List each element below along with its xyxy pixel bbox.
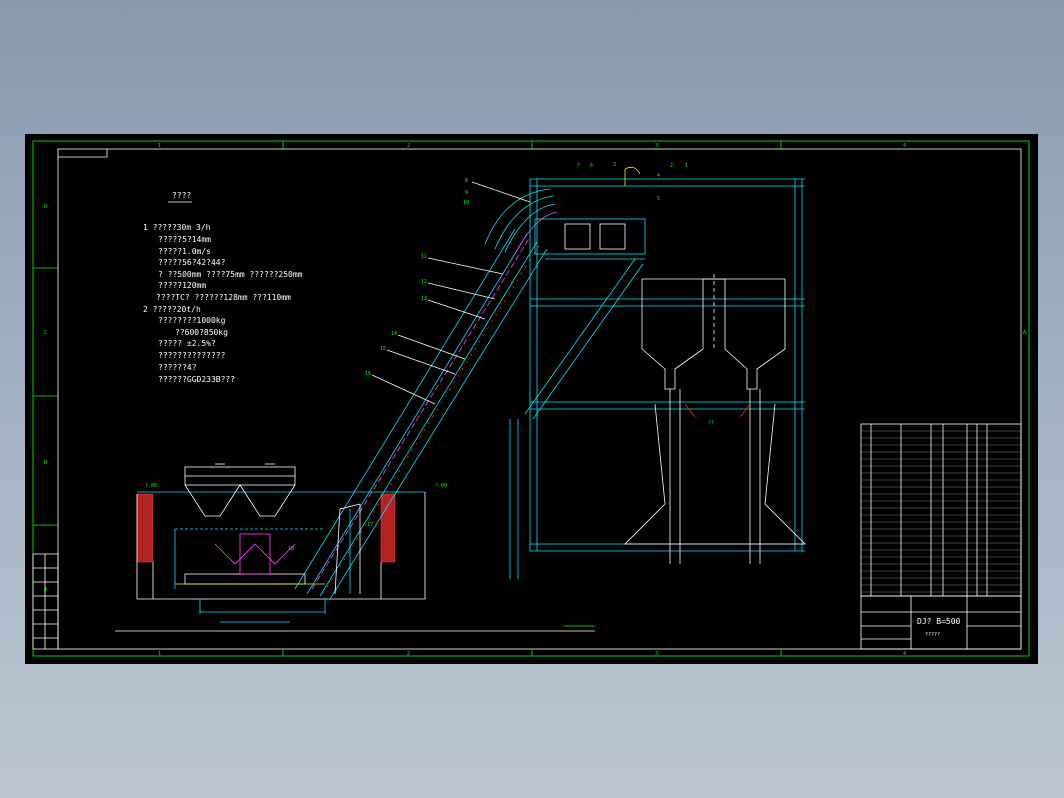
callout-6: 6 xyxy=(590,163,593,169)
callout-12: 12 xyxy=(421,279,427,285)
silos: ?? xyxy=(624,274,806,564)
grid-col-label-4-bottom: 4 xyxy=(903,651,906,657)
grid-col-label-3-bottom: 3 xyxy=(655,651,658,657)
note-line-3: ?????1.0m/s xyxy=(158,247,211,256)
notes-title: ???? xyxy=(172,191,191,200)
callout-2: 2 xyxy=(670,163,673,169)
title-block: DJ? B=500 ????? xyxy=(860,595,1022,650)
callout-17: 17 xyxy=(367,522,373,528)
note-line-5: ? ??500mm ????75mm ??????250mm xyxy=(158,270,303,279)
pit-structure: ?.00 ?.00 xyxy=(136,463,447,623)
technical-notes: ???? 1 ?????30m 3/h ?????5?14mm ?????1.0… xyxy=(143,191,303,384)
callout-11: 11 xyxy=(421,254,427,260)
elevation-mark-right: ?.00 xyxy=(435,483,447,489)
callout-16: 16 xyxy=(365,371,371,377)
grid-column-marks: 1 2 3 4 1 2 3 4 xyxy=(158,141,906,657)
note-line-9: ????????1000kg xyxy=(158,316,226,325)
callout-numbers: 1 2 3 4 5 6 7 8 9 10 11 12 13 14 15 16 1… xyxy=(288,162,688,552)
note-line-12: ?????????????? xyxy=(158,351,226,360)
grid-row-label-a-right: A xyxy=(1023,330,1026,336)
grid-col-label-4: 4 xyxy=(903,143,906,149)
grid-col-label-2-bottom: 2 xyxy=(407,651,410,657)
top-left-mark xyxy=(58,149,108,158)
grid-col-label-1: 1 xyxy=(158,143,161,149)
parts-list-table xyxy=(860,423,1022,597)
head-structure xyxy=(529,166,805,552)
note-line-10: ??600?850kg xyxy=(175,328,228,337)
callout-13: 13 xyxy=(421,296,427,302)
grid-col-label-1-bottom: 1 xyxy=(158,651,161,657)
left-brick-wall xyxy=(136,493,154,563)
callout-3: 3 xyxy=(613,162,616,168)
grid-row-label-b: B xyxy=(44,460,47,466)
callout-8: 8 xyxy=(465,178,468,184)
drawing-subtitle: ????? xyxy=(925,632,940,638)
cad-drawing-viewport[interactable]: 1 2 3 4 1 2 3 4 D C B A A ???? 1 ?????30… xyxy=(25,134,1038,664)
callout-14: 14 xyxy=(391,331,397,337)
callout-9: 9 xyxy=(465,190,468,196)
silo-label: ?? xyxy=(708,420,714,426)
note-line-13: ??????4? xyxy=(158,363,197,372)
callout-4: 4 xyxy=(657,173,660,179)
note-line-6: ?????120mm xyxy=(158,281,206,290)
grid-col-label-3: 3 xyxy=(655,143,658,149)
ground-lines xyxy=(115,491,595,632)
note-line-8: 2 ?????20t/h xyxy=(143,305,201,314)
elevation-mark-left: ?.00 xyxy=(145,483,157,489)
callout-7: 7 xyxy=(577,163,580,169)
note-line-7: ????TC? ??????128mm ???110mm xyxy=(156,293,291,302)
callout-18: 18 xyxy=(288,546,294,552)
grid-row-label-d: D xyxy=(44,204,47,210)
note-line-1: 1 ?????30m 3/h xyxy=(143,223,211,232)
note-line-4: ?????56?42?44? xyxy=(158,258,226,267)
note-line-2: ?????5?14mm xyxy=(158,235,211,244)
grid-row-label-c: C xyxy=(44,330,47,336)
callout-5: 5 xyxy=(657,196,660,202)
parts-list-rows xyxy=(861,430,1021,593)
drawing-outer-border xyxy=(32,140,1030,657)
drawing-number: DJ? B=500 xyxy=(917,617,961,626)
grid-col-label-2: 2 xyxy=(407,143,410,149)
grid-row-label-a: A xyxy=(44,587,47,593)
revision-table xyxy=(32,553,59,650)
callout-1: 1 xyxy=(685,163,688,169)
callout-15: 15 xyxy=(380,346,386,352)
right-brick-wall xyxy=(380,493,396,563)
note-line-11: ????? ±2.5%? xyxy=(158,339,216,348)
note-line-14: ??????GGD233B??? xyxy=(158,375,235,384)
callout-10: 10 xyxy=(463,200,469,206)
